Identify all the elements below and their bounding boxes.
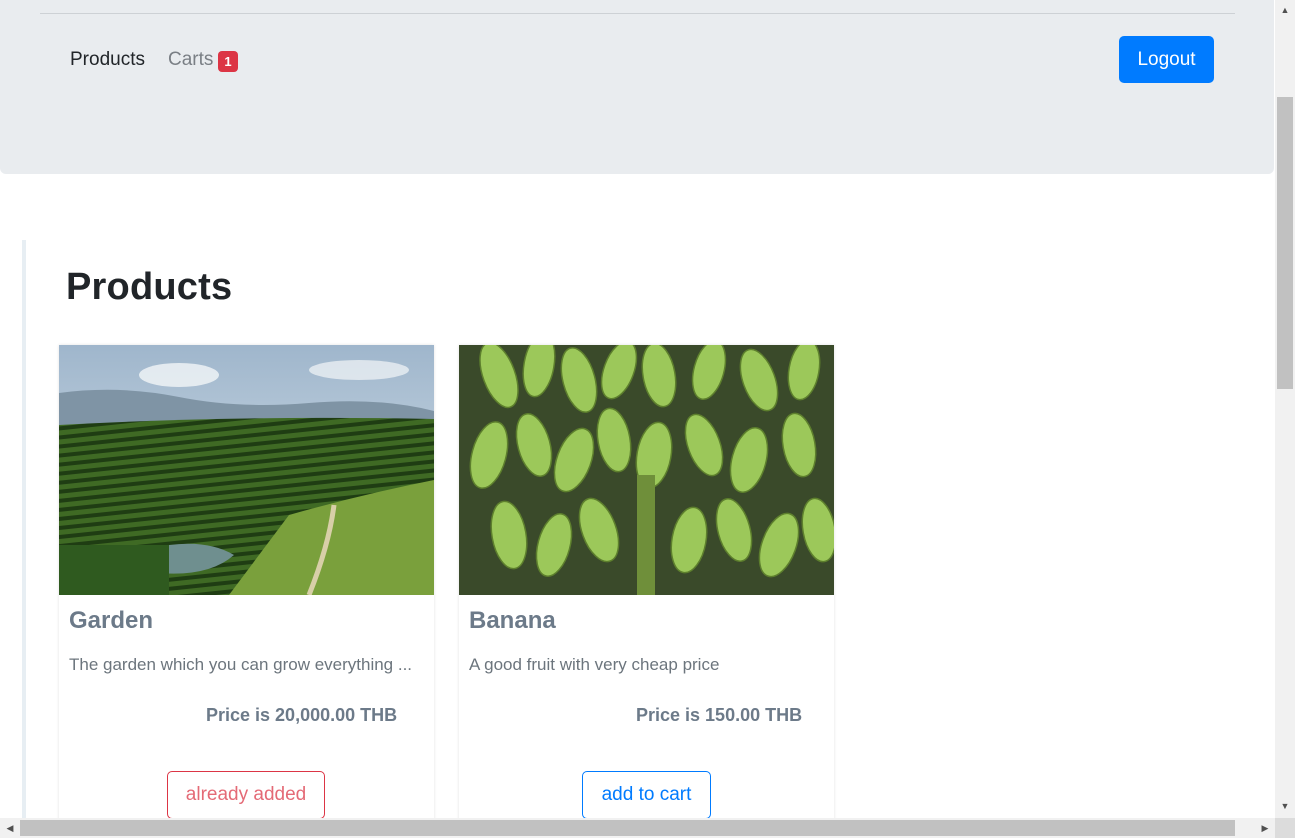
- page-title: Products: [66, 266, 233, 308]
- product-card-banana: Banana A good fruit with very cheap pric…: [459, 345, 834, 818]
- scroll-right-icon[interactable]: ▶: [1257, 818, 1273, 838]
- nav-link-products[interactable]: Products: [70, 48, 145, 72]
- vertical-scrollbar[interactable]: ▲ ▼: [1275, 0, 1295, 818]
- already-added-button[interactable]: already added: [167, 771, 325, 818]
- scroll-up-icon[interactable]: ▲: [1275, 2, 1295, 18]
- product-name: Banana: [469, 607, 556, 634]
- product-description: The garden which you can grow everything…: [69, 655, 413, 674]
- scrollbar-corner: [1275, 818, 1295, 838]
- vertical-scroll-thumb[interactable]: [1277, 97, 1293, 389]
- product-price: Price is 20,000.00 THB: [206, 705, 398, 725]
- product-card-garden: Garden The garden which you can grow eve…: [59, 345, 434, 818]
- top-divider: [40, 13, 1235, 14]
- product-price: Price is 150.00 THB: [636, 705, 803, 725]
- product-image-banana: [459, 345, 834, 595]
- logout-button[interactable]: Logout: [1119, 36, 1214, 83]
- cart-count-badge: 1: [218, 51, 238, 72]
- navbar: Products Carts 1 Logout: [0, 0, 1274, 174]
- nav-link-carts[interactable]: Carts: [168, 48, 213, 72]
- product-name: Garden: [69, 607, 154, 634]
- page-viewport: Products Carts 1 Logout Products Garden …: [0, 0, 1275, 818]
- product-description: A good fruit with very cheap price: [469, 655, 720, 674]
- add-to-cart-button[interactable]: add to cart: [582, 771, 711, 818]
- horizontal-scroll-thumb[interactable]: [20, 820, 1235, 836]
- product-image-garden: [59, 345, 434, 595]
- scroll-left-icon[interactable]: ◀: [2, 818, 18, 838]
- horizontal-scrollbar[interactable]: ◀ ▶: [0, 818, 1275, 838]
- content-left-border: [22, 240, 26, 818]
- scroll-down-icon[interactable]: ▼: [1275, 798, 1295, 814]
